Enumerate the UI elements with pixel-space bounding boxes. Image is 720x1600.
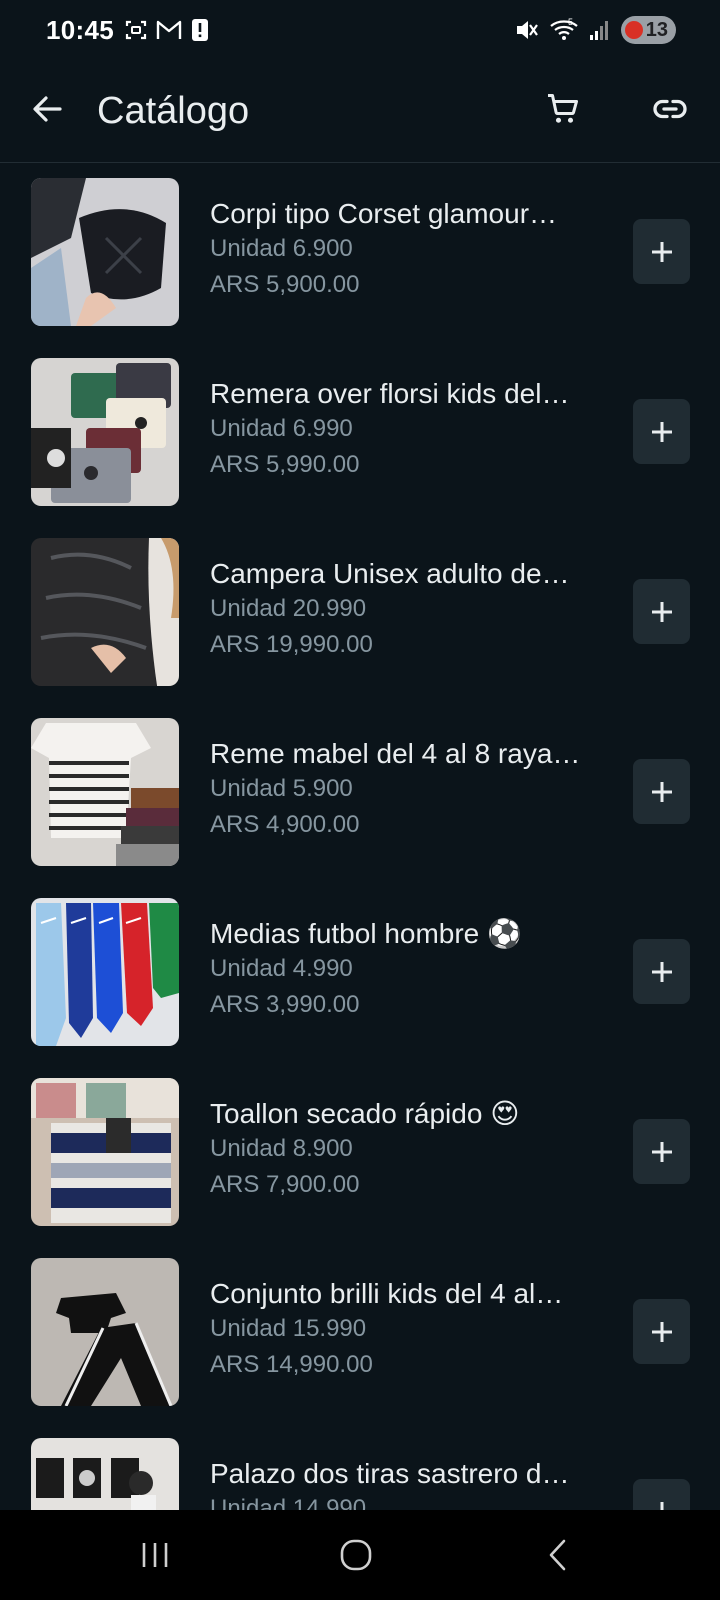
plus-icon — [651, 961, 672, 982]
cart-button[interactable] — [538, 84, 588, 134]
plus-icon — [651, 421, 672, 442]
wifi-icon: 5 — [550, 17, 578, 40]
back-button[interactable] — [22, 84, 72, 134]
product-info: Palazo dos tiras sastrero d… Unidad 14.9… — [210, 1457, 585, 1510]
plus-icon — [651, 1501, 672, 1510]
shopping-cart-icon — [548, 94, 578, 123]
product-unit-price: Unidad 15.990 — [210, 1315, 367, 1342]
system-back-button[interactable] — [528, 1530, 588, 1580]
product-unit-price: Unidad 6.900 — [210, 235, 353, 262]
product-name: Palazo dos tiras sastrero d… — [210, 1458, 570, 1489]
add-to-cart-button[interactable] — [633, 579, 690, 644]
plus-icon — [651, 1321, 672, 1342]
add-to-cart-button[interactable] — [633, 759, 690, 824]
product-image — [31, 1078, 179, 1226]
add-to-cart-button[interactable] — [633, 219, 690, 284]
plus-icon — [651, 1141, 672, 1162]
product-unit-price: Unidad 20.990 — [210, 595, 367, 622]
product-row[interactable]: Palazo dos tiras sastrero d… Unidad 14.9… — [0, 1423, 720, 1510]
product-price: ARS 5,900.00 — [210, 271, 360, 298]
product-row[interactable]: Remera over florsi kids del… Unidad 6.99… — [0, 343, 720, 523]
product-image — [31, 178, 179, 326]
product-info: Remera over florsi kids del… Unidad 6.99… — [210, 377, 585, 483]
product-name: Toallon secado rápido 😍 — [210, 1098, 520, 1129]
product-row[interactable]: Campera Unisex adulto de… Unidad 20.990 … — [0, 523, 720, 703]
product-image — [31, 1258, 179, 1406]
product-info: Corpi tipo Corset glamour… Unidad 6.900 … — [210, 197, 585, 303]
product-image — [31, 718, 179, 866]
product-name: Reme mabel del 4 al 8 raya… — [210, 738, 581, 769]
status-notification-icons — [124, 18, 210, 42]
share-link-button[interactable] — [645, 84, 695, 134]
screenshot-icon — [125, 20, 147, 40]
add-to-cart-button[interactable] — [633, 399, 690, 464]
product-name: Conjunto brilli kids del 4 al… — [210, 1278, 564, 1309]
plus-icon — [651, 781, 672, 802]
add-to-cart-button[interactable] — [633, 1299, 690, 1364]
product-unit-price: Unidad 6.990 — [210, 415, 353, 442]
status-bar: 10:45 5 13 — [0, 0, 720, 62]
product-info: Toallon secado rápido 😍 Unidad 8.900 ARS… — [210, 1097, 585, 1203]
product-image — [31, 898, 179, 1046]
product-price: ARS 4,900.00 — [210, 811, 360, 838]
plus-icon — [651, 241, 672, 262]
notification-count-badge: 13 — [620, 16, 676, 44]
product-name: Corpi tipo Corset glamour… — [210, 198, 558, 229]
product-row[interactable]: Corpi tipo Corset glamour… Unidad 6.900 … — [0, 163, 720, 343]
product-price: ARS 14,990.00 — [210, 1351, 373, 1378]
gmail-icon — [156, 20, 182, 39]
add-to-cart-button[interactable] — [633, 1119, 690, 1184]
product-price: ARS 19,990.00 — [210, 631, 373, 658]
product-info: Campera Unisex adulto de… Unidad 20.990 … — [210, 557, 585, 663]
product-price: ARS 7,900.00 — [210, 1171, 360, 1198]
product-image — [31, 538, 179, 686]
recent-apps-button[interactable] — [125, 1530, 185, 1580]
product-unit-price: Unidad 4.990 — [210, 955, 353, 982]
chevron-left-icon — [549, 1539, 566, 1571]
status-clock: 10:45 — [46, 15, 114, 45]
product-unit-price: Unidad 5.900 — [210, 775, 353, 802]
product-name: Remera over florsi kids del… — [210, 378, 570, 409]
product-info: Medias futbol hombre ⚽ Unidad 4.990 ARS … — [210, 917, 585, 1023]
arrow-left-icon — [33, 96, 62, 122]
product-row[interactable]: Conjunto brilli kids del 4 al… Unidad 15… — [0, 1243, 720, 1423]
page-title: Catálogo — [97, 90, 250, 132]
link-icon — [653, 99, 687, 119]
home-button[interactable] — [326, 1530, 386, 1580]
product-list[interactable]: Corpi tipo Corset glamour… Unidad 6.900 … — [0, 163, 720, 1510]
alert-icon — [192, 19, 208, 41]
product-image — [31, 1438, 179, 1510]
product-unit-price: Unidad 8.900 — [210, 1135, 353, 1162]
notification-count: 13 — [645, 18, 668, 41]
product-price: ARS 3,990.00 — [210, 991, 360, 1018]
product-row[interactable]: Reme mabel del 4 al 8 raya… Unidad 5.900… — [0, 703, 720, 883]
product-info: Reme mabel del 4 al 8 raya… Unidad 5.900… — [210, 737, 585, 843]
product-row[interactable]: Medias futbol hombre ⚽ Unidad 4.990 ARS … — [0, 883, 720, 1063]
status-system-icons: 5 13 — [513, 16, 676, 44]
add-to-cart-button[interactable] — [633, 939, 690, 1004]
product-unit-price: Unidad 14.990 — [210, 1495, 367, 1510]
product-info: Conjunto brilli kids del 4 al… Unidad 15… — [210, 1277, 585, 1383]
product-image — [31, 358, 179, 506]
system-navigation-bar — [0, 1510, 720, 1600]
product-row[interactable]: Toallon secado rápido 😍 Unidad 8.900 ARS… — [0, 1063, 720, 1243]
home-icon — [340, 1539, 372, 1571]
product-name: Campera Unisex adulto de… — [210, 558, 570, 589]
mute-icon — [516, 21, 538, 39]
signal-icon — [589, 21, 608, 40]
product-price: ARS 5,990.00 — [210, 451, 360, 478]
notification-dot-icon — [624, 21, 643, 39]
add-to-cart-button[interactable] — [633, 1479, 690, 1510]
plus-icon — [651, 601, 672, 622]
wifi-band-label: 5 — [568, 17, 573, 27]
product-name: Medias futbol hombre ⚽ — [210, 918, 522, 949]
recent-apps-icon — [142, 1543, 168, 1567]
app-bar: Catálogo — [0, 62, 720, 163]
